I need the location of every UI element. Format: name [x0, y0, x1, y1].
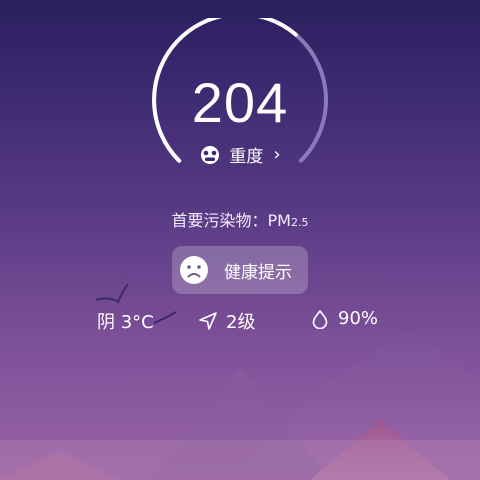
health-tips-label: 健康提示 — [224, 262, 292, 283]
mask-icon — [201, 145, 220, 164]
navigation-arrow-icon — [199, 312, 217, 330]
wind-info: 2级 — [198, 308, 255, 334]
humidity-value: 90% — [338, 308, 379, 329]
humidity-info: 90% — [310, 308, 378, 329]
aqi-level-label: 重度 — [229, 147, 264, 167]
chevron-right-icon: › — [273, 144, 281, 165]
health-tips-button[interactable]: 健康提示 — [172, 246, 308, 294]
condition-temp: 阴 3°C — [97, 312, 154, 333]
wind-level: 2级 — [226, 312, 256, 333]
sad-face-icon — [180, 256, 208, 284]
weather-info-row: 阴 3°C 2级 90% — [0, 308, 480, 334]
aqi-value: 204 — [191, 71, 289, 134]
water-drop-icon — [312, 309, 328, 329]
primary-pollutant: 首要污染物：PM2.5 — [0, 207, 480, 231]
pollutant-subscript: 2.5 — [290, 216, 309, 229]
pollutant-name: PM — [267, 211, 291, 230]
bird-icon — [95, 283, 129, 304]
aqi-gauge: 204 重度 › — [150, 18, 330, 183]
weather-condition: 阴 3°C — [97, 308, 154, 334]
pollutant-label: 首要污染物： — [171, 211, 268, 230]
aqi-level-link[interactable]: 重度 › — [150, 142, 330, 167]
